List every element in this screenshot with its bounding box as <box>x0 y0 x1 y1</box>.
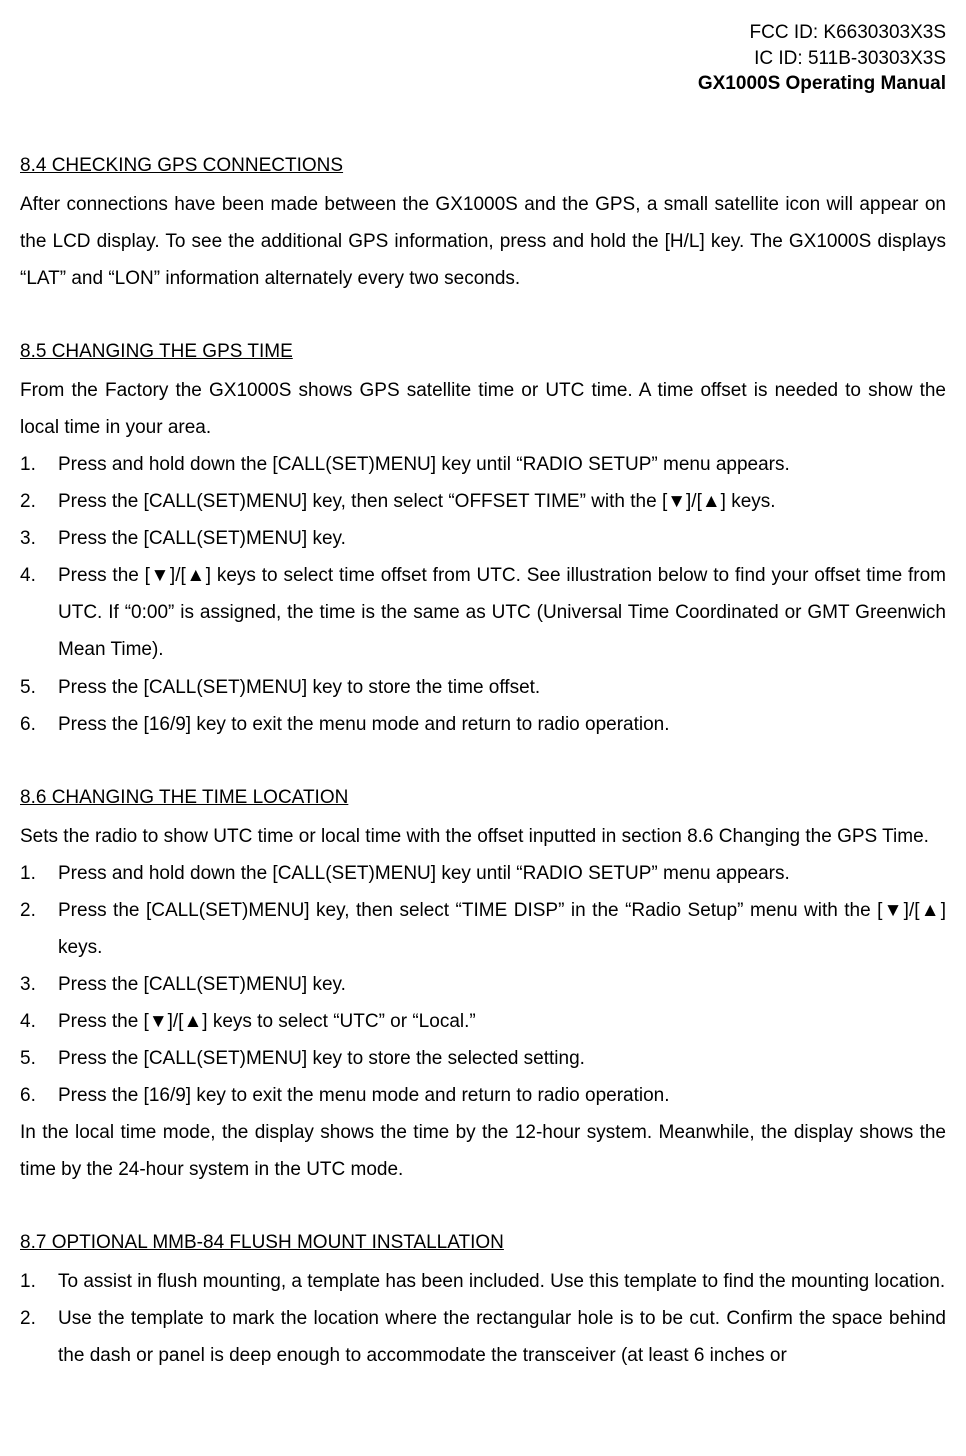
section-8-4-heading: 8.4 CHECKING GPS CONNECTIONS <box>20 147 946 184</box>
section-8-6-intro: Sets the radio to show UTC time or local… <box>20 818 946 855</box>
list-item: Press the [CALL(SET)MENU] key, then sele… <box>20 483 946 520</box>
manual-title: GX1000S Operating Manual <box>20 71 946 97</box>
page-header: FCC ID: K6630303X3S IC ID: 511B-30303X3S… <box>20 20 946 97</box>
section-8-5-intro: From the Factory the GX1000S shows GPS s… <box>20 372 946 446</box>
list-item: Press the [16/9] key to exit the menu mo… <box>20 706 946 743</box>
list-item: Press the [CALL(SET)MENU] key, then sele… <box>20 892 946 966</box>
section-8-6-list: Press and hold down the [CALL(SET)MENU] … <box>20 855 946 1114</box>
section-8-5-heading: 8.5 CHANGING THE GPS TIME <box>20 333 946 370</box>
section-8-7-heading: 8.7 OPTIONAL MMB-84 FLUSH MOUNT INSTALLA… <box>20 1224 946 1261</box>
list-item: Press the [16/9] key to exit the menu mo… <box>20 1077 946 1114</box>
section-8-5-list: Press and hold down the [CALL(SET)MENU] … <box>20 446 946 742</box>
list-item: Press the [▼]/[▲] keys to select “UTC” o… <box>20 1003 946 1040</box>
list-item: Press the [CALL(SET)MENU] key. <box>20 966 946 1003</box>
list-item: To assist in flush mounting, a template … <box>20 1263 946 1300</box>
list-item: Press and hold down the [CALL(SET)MENU] … <box>20 446 946 483</box>
section-8-7-list: To assist in flush mounting, a template … <box>20 1263 946 1374</box>
section-8-4-paragraph: After connections have been made between… <box>20 186 946 297</box>
list-item: Press the [CALL(SET)MENU] key. <box>20 520 946 557</box>
ic-id: IC ID: 511B-30303X3S <box>20 46 946 72</box>
list-item: Use the template to mark the location wh… <box>20 1300 946 1374</box>
section-8-6-trailing: In the local time mode, the display show… <box>20 1114 946 1188</box>
list-item: Press the [▼]/[▲] keys to select time of… <box>20 557 946 668</box>
list-item: Press the [CALL(SET)MENU] key to store t… <box>20 669 946 706</box>
list-item: Press and hold down the [CALL(SET)MENU] … <box>20 855 946 892</box>
section-8-6-heading: 8.6 CHANGING THE TIME LOCATION <box>20 779 946 816</box>
fcc-id: FCC ID: K6630303X3S <box>20 20 946 46</box>
list-item: Press the [CALL(SET)MENU] key to store t… <box>20 1040 946 1077</box>
